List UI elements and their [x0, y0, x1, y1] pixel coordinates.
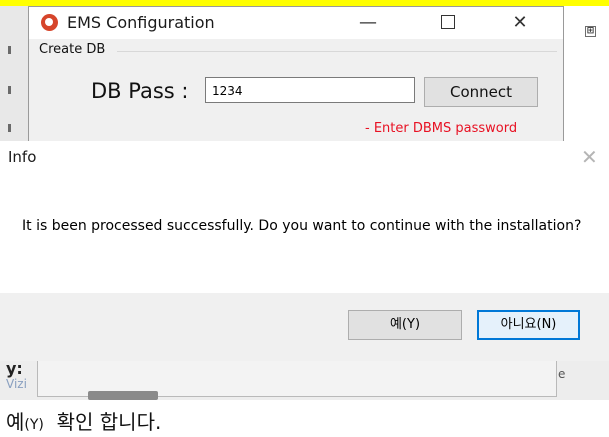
info-dialog-message: It is been processed successfully. Do yo… — [22, 218, 582, 234]
no-button[interactable]: 아니요(N) — [477, 310, 580, 340]
background-text-fragment: y: — [6, 359, 23, 378]
panel-tick — [8, 124, 11, 132]
ems-body: Create DB DB Pass : 1234 Connect - Enter… — [29, 39, 563, 142]
caption-prefix: 예 — [6, 410, 25, 434]
minimize-button[interactable]: — — [345, 7, 391, 39]
close-button[interactable]: ✕ — [497, 7, 543, 39]
db-pass-label: DB Pass : — [91, 79, 189, 103]
expand-plus-icon[interactable]: ⊞ — [585, 26, 596, 37]
yes-button[interactable]: 예(Y) — [348, 310, 462, 340]
caption-rest: 확인 합니다. — [43, 410, 162, 434]
connect-button[interactable]: Connect — [424, 77, 538, 107]
group-divider — [117, 51, 557, 52]
ems-logo-icon — [41, 14, 58, 31]
info-dialog: Info ✕ It is been processed successfully… — [0, 141, 609, 361]
ems-title-bar[interactable]: EMS Configuration — ✕ — [29, 7, 563, 39]
db-pass-input[interactable]: 1234 — [205, 77, 415, 103]
info-dialog-footer: 예(Y) 아니요(N) — [0, 293, 609, 361]
create-db-group-label: Create DB — [39, 42, 106, 57]
background-right-panel: ⊞ — [562, 6, 609, 141]
background-left-panel — [0, 6, 29, 141]
close-icon[interactable]: ✕ — [581, 145, 598, 169]
ems-configuration-window: EMS Configuration — ✕ Create DB DB Pass … — [28, 6, 564, 143]
background-lower-strip: y: Vizi e — [0, 359, 609, 400]
panel-tick — [8, 46, 11, 54]
background-toolbar-chip — [88, 391, 158, 400]
background-text-fragment: Vizi — [6, 377, 27, 391]
maximize-button[interactable] — [425, 7, 471, 39]
caption-code: (Y) — [24, 417, 44, 433]
password-hint: - Enter DBMS password — [365, 121, 518, 136]
ems-window-title: EMS Configuration — [67, 13, 215, 32]
maximize-icon — [441, 14, 455, 29]
info-dialog-title: Info — [8, 148, 37, 166]
panel-tick — [8, 86, 11, 94]
background-text-fragment: e — [558, 367, 566, 381]
caption-text: 예(Y) 확인 합니다. — [6, 406, 161, 435]
